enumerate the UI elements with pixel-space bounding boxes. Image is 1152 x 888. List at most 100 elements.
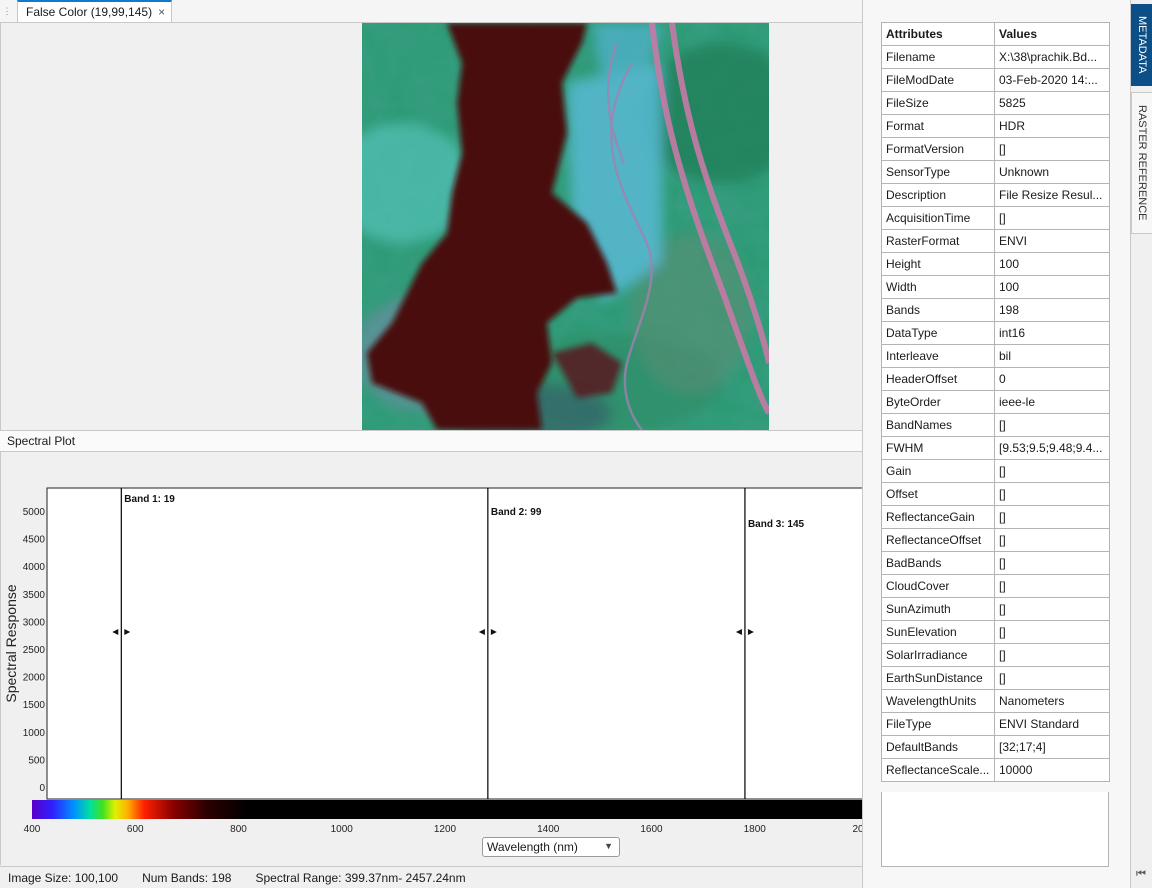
metadata-row[interactable]: FormatVersion[] <box>881 137 1110 161</box>
status-spectral-range: Spectral Range: 399.37nm- 2457.24nm <box>255 870 466 885</box>
metadata-attribute-cell: ReflectanceGain <box>881 505 995 529</box>
metadata-value-cell: [32;17;4] <box>994 735 1110 759</box>
metadata-row[interactable]: Height 100 <box>881 252 1110 276</box>
metadata-value-cell: [] <box>994 597 1110 621</box>
metadata-value-cell: ENVI Standard <box>994 712 1110 736</box>
metadata-value-cell: X:\38\prachik.Bd... <box>994 45 1110 69</box>
metadata-row[interactable]: AcquisitionTime[] <box>881 206 1110 230</box>
metadata-row[interactable]: Width 100 <box>881 275 1110 299</box>
metadata-value-cell: [] <box>994 413 1110 437</box>
metadata-row[interactable]: FileType ENVI Standard <box>881 712 1110 736</box>
metadata-attribute-cell: FileModDate <box>881 68 995 92</box>
metadata-row[interactable]: FWHM [9.53;9.5;9.48;9.4... <box>881 436 1110 460</box>
y-tick-label: 1500 <box>23 700 46 711</box>
x-tick-label: 1600 <box>640 824 663 835</box>
metadata-value-cell: bil <box>994 344 1110 368</box>
metadata-panel: Attributes Values Filename X:\38\prachik.… <box>862 0 1131 888</box>
metadata-value-cell: [] <box>994 574 1110 598</box>
y-tick-label: 4500 <box>23 535 46 546</box>
metadata-row[interactable]: CloudCover[] <box>881 574 1110 598</box>
metadata-row[interactable]: Format HDR <box>881 114 1110 138</box>
metadata-row[interactable]: Gain[] <box>881 459 1110 483</box>
metadata-row[interactable]: DataType int16 <box>881 321 1110 345</box>
tab-raster-reference[interactable]: RASTER REFERENCE <box>1131 92 1152 234</box>
y-tick-label: 500 <box>28 755 45 766</box>
metadata-value-cell: Unknown <box>994 160 1110 184</box>
metadata-row[interactable]: RasterFormat ENVI <box>881 229 1110 253</box>
metadata-attribute-cell: FormatVersion <box>881 137 995 161</box>
y-tick-label: 5000 <box>23 507 46 518</box>
metadata-value-cell: [] <box>994 620 1110 644</box>
metadata-row[interactable]: WavelengthUnits Nanometers <box>881 689 1110 713</box>
y-tick-label: 2500 <box>23 645 46 656</box>
metadata-attribute-cell: FileType <box>881 712 995 736</box>
metadata-row[interactable]: Bands 198 <box>881 298 1110 322</box>
metadata-attribute-cell: DefaultBands <box>881 735 995 759</box>
metadata-table-empty-area <box>881 792 1109 867</box>
metadata-value-cell: 5825 <box>994 91 1110 115</box>
metadata-value-cell: [] <box>994 551 1110 575</box>
metadata-value-cell: 100 <box>994 275 1110 299</box>
metadata-row[interactable]: SunAzimuth[] <box>881 597 1110 621</box>
metadata-value-cell: ieee-le <box>994 390 1110 414</box>
metadata-row[interactable]: EarthSunDistance[] <box>881 666 1110 690</box>
collapse-panel-icon[interactable]: ⏮ <box>1136 868 1146 881</box>
wavelength-select-value: Wavelength (nm) <box>487 840 578 854</box>
y-tick-label: 3000 <box>23 617 46 628</box>
metadata-value-cell: HDR <box>994 114 1110 138</box>
metadata-row[interactable]: ReflectanceGain[] <box>881 505 1110 529</box>
side-tab-strip: METADATA RASTER REFERENCE ⏮ <box>1130 0 1152 888</box>
metadata-attribute-cell: WavelengthUnits <box>881 689 995 713</box>
metadata-attribute-cell: SensorType <box>881 160 995 184</box>
column-header-values[interactable]: Values <box>994 22 1110 46</box>
metadata-row[interactable]: SunElevation[] <box>881 620 1110 644</box>
metadata-attribute-cell: Format <box>881 114 995 138</box>
metadata-row[interactable]: DefaultBands [32;17;4] <box>881 735 1110 759</box>
spectral-plot[interactable]: 0 500 1000 1500 2000 2500 3000 3500 4000 4500 5000… <box>1 452 863 865</box>
metadata-attribute-cell: FWHM <box>881 436 995 460</box>
tab-metadata[interactable]: METADATA <box>1131 4 1152 86</box>
metadata-table: Attributes Values Filename X:\38\prachik.… <box>881 22 1110 782</box>
metadata-attribute-cell: ReflectanceScale... <box>881 758 995 782</box>
chevron-down-icon: ▼ <box>604 841 613 851</box>
metadata-row[interactable]: Offset[] <box>881 482 1110 506</box>
metadata-attribute-cell: SunElevation <box>881 620 995 644</box>
metadata-row[interactable]: Description File Resize Resul... <box>881 183 1110 207</box>
metadata-header-row: Attributes Values <box>881 22 1110 46</box>
metadata-attribute-cell: AcquisitionTime <box>881 206 995 230</box>
metadata-row[interactable]: SensorType Unknown <box>881 160 1110 184</box>
metadata-row[interactable]: ReflectanceScale... 10000 <box>881 758 1110 782</box>
tab-label: False Color (19,99,145) <box>26 5 153 19</box>
metadata-row[interactable]: Interleave bil <box>881 344 1110 368</box>
metadata-attribute-cell: HeaderOffset <box>881 367 995 391</box>
y-tick-label: 0 <box>39 783 45 794</box>
metadata-value-cell: 10000 <box>994 758 1110 782</box>
spectral-plot-header: Spectral Plot <box>0 430 862 452</box>
false-color-image[interactable] <box>362 23 769 430</box>
wavelength-select[interactable]: Wavelength (nm) ▼ <box>482 837 620 857</box>
metadata-attribute-cell: EarthSunDistance <box>881 666 995 690</box>
close-icon[interactable]: × <box>158 5 165 19</box>
metadata-row[interactable]: FileModDate 03-Feb-2020 14:... <box>881 68 1110 92</box>
metadata-row[interactable]: BandNames[] <box>881 413 1110 437</box>
metadata-row[interactable]: BadBands[] <box>881 551 1110 575</box>
wavelength-color-bar <box>32 800 863 819</box>
column-header-attributes[interactable]: Attributes <box>881 22 995 46</box>
document-tabbar: ⋮ False Color (19,99,145) × <box>0 0 862 23</box>
metadata-row[interactable]: FileSize 5825 <box>881 91 1110 115</box>
metadata-row[interactable]: ReflectanceOffset[] <box>881 528 1110 552</box>
status-num-bands: Num Bands: 198 <box>142 870 232 885</box>
metadata-row[interactable]: ByteOrder ieee-le <box>881 390 1110 414</box>
y-tick-label: 2000 <box>23 673 46 684</box>
metadata-attribute-cell: RasterFormat <box>881 229 995 253</box>
grip-icon[interactable]: ⋮ <box>2 3 12 19</box>
metadata-attribute-cell: Offset <box>881 482 995 506</box>
tab-false-color[interactable]: False Color (19,99,145) × <box>17 0 173 22</box>
metadata-row[interactable]: Filename X:\38\prachik.Bd... <box>881 45 1110 69</box>
metadata-row[interactable]: SolarIrradiance[] <box>881 643 1110 667</box>
metadata-row[interactable]: HeaderOffset 0 <box>881 367 1110 391</box>
band-marker-label: Band 3: 145 <box>748 519 805 530</box>
metadata-attribute-cell: ReflectanceOffset <box>881 528 995 552</box>
metadata-value-cell: 03-Feb-2020 14:... <box>994 68 1110 92</box>
metadata-attribute-cell: Gain <box>881 459 995 483</box>
